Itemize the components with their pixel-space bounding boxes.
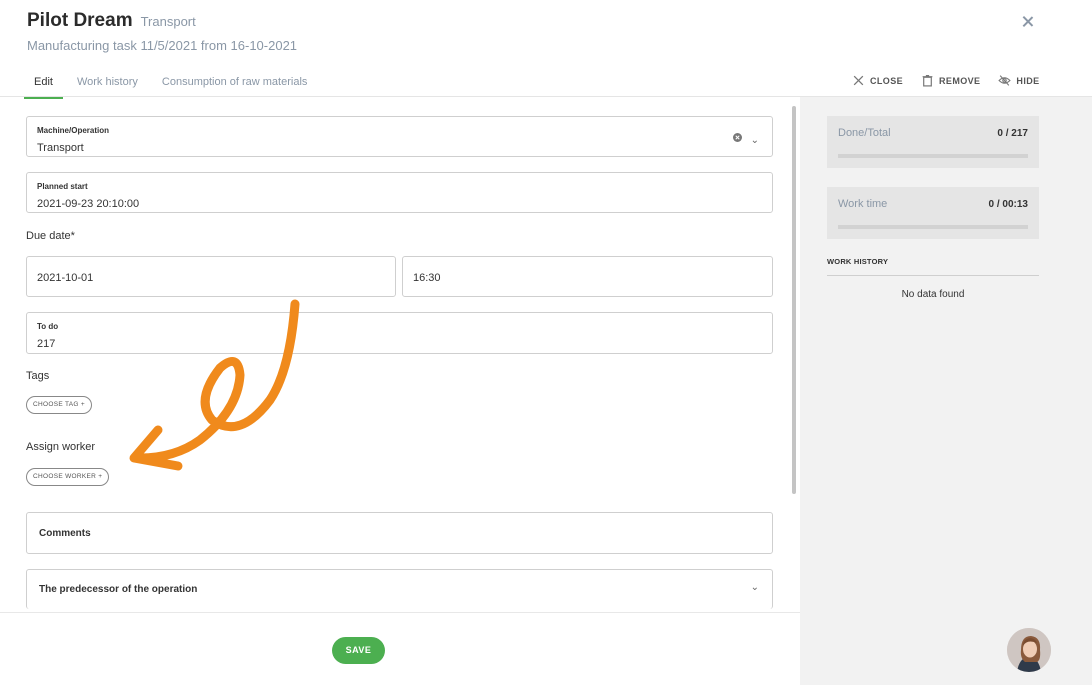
close-dialog-icon[interactable] <box>1018 12 1038 32</box>
done-total-progress <box>838 154 1028 158</box>
footer-divider <box>0 612 800 613</box>
chevron-down-icon[interactable]: ⌄ <box>751 582 759 593</box>
planned-start-value: 2021-09-23 20:10:00 <box>37 198 140 210</box>
save-button[interactable]: SAVE <box>332 637 385 664</box>
work-time-value: 0 / 00:13 <box>988 199 1028 210</box>
machine-operation-select[interactable]: Machine/Operation Transport ⌄ <box>26 116 773 157</box>
dialog-header: Pilot Dream Transport Manufacturing task… <box>27 10 297 53</box>
due-date-field[interactable]: 2021-10-01 <box>26 256 396 297</box>
due-date-label: Due date* <box>26 230 75 242</box>
tab-work-history[interactable]: Work history <box>67 68 148 99</box>
comments-title: Comments <box>39 528 91 539</box>
tab-edit[interactable]: Edit <box>24 68 63 99</box>
choose-worker-button[interactable]: CHOOSE WORKER + <box>26 468 110 486</box>
assign-worker-label: Assign worker <box>26 441 96 453</box>
hide-label: HIDE <box>1016 75 1040 86</box>
work-history-divider <box>827 275 1039 276</box>
tab-bar: Edit Work history Consumption of raw mat… <box>24 68 321 99</box>
done-total-label: Done/Total <box>838 127 891 139</box>
machine-operation-value: Transport <box>37 142 84 154</box>
form-scrollbar[interactable] <box>792 106 796 494</box>
eye-off-icon <box>998 75 1012 86</box>
remove-button[interactable]: REMOVE <box>921 74 980 87</box>
work-history-title: WORK HISTORY <box>827 257 889 266</box>
predecessor-title: The predecessor of the operation <box>39 584 198 595</box>
machine-operation-label: Machine/Operation <box>37 126 110 135</box>
header-actions: CLOSE REMOVE HIDE <box>852 74 1040 87</box>
operation-name: Transport <box>140 14 196 29</box>
close-icon <box>853 75 864 86</box>
planned-start-label: Planned start <box>37 182 88 191</box>
tab-consumption-raw-materials[interactable]: Consumption of raw materials <box>152 68 318 99</box>
chevron-down-icon[interactable]: ⌄ <box>751 135 759 146</box>
work-time-card: Work time 0 / 00:13 <box>827 187 1039 239</box>
clear-icon[interactable] <box>733 133 742 142</box>
close-label: CLOSE <box>870 75 904 86</box>
hide-button[interactable]: HIDE <box>998 74 1039 87</box>
avatar[interactable] <box>1007 628 1051 672</box>
work-history-empty: No data found <box>901 289 965 300</box>
predecessor-section[interactable]: The predecessor of the operation ⌄ <box>26 569 773 609</box>
work-time-progress <box>838 225 1028 229</box>
task-dialog: Pilot Dream Transport Manufacturing task… <box>0 0 1092 685</box>
done-total-card: Done/Total 0 / 217 <box>827 116 1039 168</box>
close-button[interactable]: CLOSE <box>852 74 903 87</box>
choose-tag-button[interactable]: CHOOSE TAG + <box>26 396 92 414</box>
planned-start-field[interactable]: Planned start 2021-09-23 20:10:00 <box>26 172 773 213</box>
task-subtitle: Manufacturing task 11/5/2021 from 16-10-… <box>27 38 298 53</box>
avatar-image <box>1007 628 1051 672</box>
comments-section[interactable]: Comments <box>26 512 773 554</box>
todo-label: To do <box>37 322 59 331</box>
work-time-label: Work time <box>838 198 888 210</box>
done-total-value: 0 / 217 <box>997 128 1028 139</box>
remove-label: REMOVE <box>939 75 981 86</box>
due-time-field[interactable]: 16:30 <box>402 256 773 297</box>
due-date-value: 2021-10-01 <box>37 272 94 284</box>
trash-icon <box>922 75 933 87</box>
todo-value: 217 <box>37 338 56 350</box>
due-time-value: 16:30 <box>413 272 441 284</box>
page-title: Pilot Dream <box>27 10 133 31</box>
todo-field[interactable]: To do 217 <box>26 312 773 354</box>
stats-panel: Done/Total 0 / 217 Work time 0 / 00:13 W… <box>800 97 1092 685</box>
tags-label: Tags <box>26 370 50 382</box>
